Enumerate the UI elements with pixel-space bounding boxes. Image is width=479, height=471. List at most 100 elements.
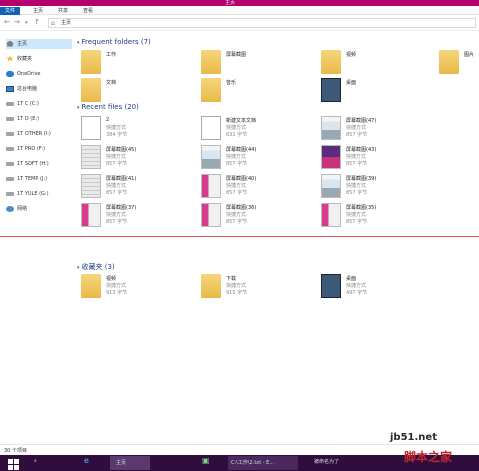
recent-item-type: 快捷方式	[106, 154, 127, 160]
favorites-header[interactable]: ▾ 收藏夹 (3)	[77, 262, 477, 272]
recent-item[interactable]: 屏幕截图(47) 快捷方式 857 字节	[317, 116, 435, 146]
sidebar-item-drive-h[interactable]: 1T SOFT (H:)	[6, 159, 72, 169]
sidebar-item-onedrive[interactable]: OneDrive	[6, 69, 72, 79]
sidebar-item-drive-c[interactable]: 1T C (C:)	[6, 99, 72, 109]
frequent-item-name: 桌面	[346, 80, 357, 86]
forward-arrow-icon[interactable]: →	[14, 18, 20, 26]
annotation-line	[0, 236, 479, 237]
recent-item-name: 屏幕截图(41)	[106, 176, 137, 182]
frequent-item[interactable]: 工作	[77, 50, 195, 80]
recent-item-type: 快捷方式	[106, 183, 127, 189]
favorites-item-name: 桌面	[346, 276, 357, 282]
sidebar-item-this-pc[interactable]: 这台电脑	[6, 84, 72, 94]
frequent-item[interactable]: 视频	[317, 50, 435, 80]
recent-item-type: 快捷方式	[346, 183, 367, 189]
recent-item-size: 857 字节	[106, 219, 128, 225]
recent-item[interactable]: 2 快捷方式 384 字节	[77, 116, 195, 146]
favorites-item[interactable]: 视频 快捷方式 913 字节	[77, 274, 195, 304]
frequent-item[interactable]: 屏幕截图	[197, 50, 315, 80]
tab-home[interactable]: 主页	[30, 7, 46, 15]
back-arrow-icon[interactable]: ←	[4, 18, 10, 26]
screenshot-thumbnail	[321, 203, 341, 227]
frequent-folders-header[interactable]: ▾ Frequent folders (7)	[77, 38, 477, 46]
recent-item[interactable]: 屏幕截图(39) 快捷方式 857 字节	[317, 174, 435, 204]
address-path: 主页	[61, 20, 72, 26]
recent-item[interactable]: 屏幕截图(36) 快捷方式 857 字节	[197, 203, 315, 233]
recent-item-name: 屏幕截图(45)	[106, 147, 137, 153]
recent-item-name: 屏幕截图(40)	[226, 176, 257, 182]
address-input[interactable]: ⌂ 主页	[48, 18, 476, 28]
sidebar-item-home[interactable]: 主页	[6, 39, 72, 49]
drive-icon	[6, 161, 14, 166]
sidebar-item-drive-e[interactable]: 1T D (E:)	[6, 114, 72, 124]
desktop-icon	[321, 274, 341, 298]
search-icon[interactable]: ⌕	[34, 458, 37, 464]
sidebar-item-drive-j[interactable]: 1T TEMP (J:)	[6, 174, 72, 184]
sidebar-item-network[interactable]: 网络	[6, 204, 72, 214]
taskbar-item-explorer[interactable]: 主页	[110, 456, 150, 470]
recent-item[interactable]: 屏幕截图(43) 快捷方式 857 字节	[317, 145, 435, 175]
recent-item[interactable]: 新建文本文档 快捷方式 631 字节	[197, 116, 315, 146]
tab-file[interactable]: 文件	[0, 7, 21, 15]
frequent-item[interactable]: 图片	[435, 50, 479, 80]
tab-share[interactable]: 共享	[55, 7, 71, 15]
navigation-pane: 主页 收藏夹 OneDrive 这台电脑 1T C (C:) 1T D (E:)…	[0, 32, 74, 434]
browser-icon[interactable]: e	[84, 456, 89, 465]
recent-item[interactable]: 屏幕截图(45) 快捷方式 857 字节	[77, 145, 195, 175]
screenshot-thumbnail	[81, 145, 101, 169]
recent-locations-chevron-icon[interactable]: ▾	[25, 20, 28, 26]
screenshot-thumbnail	[321, 145, 341, 169]
start-button[interactable]	[2, 456, 22, 470]
home-icon	[6, 40, 14, 47]
recent-files-header[interactable]: ▾ Recent files (20)	[77, 103, 477, 111]
screenshot-thumbnail	[201, 174, 221, 198]
recent-item-type: 快捷方式	[106, 212, 127, 218]
recent-item[interactable]: 屏幕截图(35) 快捷方式 857 字节	[317, 203, 435, 233]
recent-item[interactable]: 屏幕截图(37) 快捷方式 857 字节	[77, 203, 195, 233]
sidebar-item-favorites[interactable]: 收藏夹	[6, 54, 72, 64]
favorites-item-name: 视频	[106, 276, 117, 282]
desktop-icon	[321, 78, 341, 102]
sidebar-item-drive-f[interactable]: 1T PRO (F:)	[6, 144, 72, 154]
folder-icon	[81, 78, 101, 102]
drive-icon	[6, 101, 14, 106]
taskbar-item-editor[interactable]: C:\工作\2.txt - E...	[228, 456, 298, 470]
computer-icon	[6, 85, 14, 92]
frequent-item-name: 音乐	[226, 80, 237, 86]
recent-item-size: 857 字节	[346, 190, 368, 196]
recent-item-size: 857 字节	[106, 161, 128, 167]
recent-item-name: 新建文本文档	[226, 118, 257, 124]
up-arrow-icon[interactable]: ↑	[34, 18, 40, 26]
recent-item-name: 屏幕截图(39)	[346, 176, 377, 182]
recent-item[interactable]: 屏幕截图(44) 快捷方式 857 字节	[197, 145, 315, 175]
frequent-item-name: 视频	[346, 52, 357, 58]
frequent-item-name: 屏幕截图	[226, 52, 247, 58]
recent-item-type: 快捷方式	[346, 154, 367, 160]
store-icon[interactable]: ▣	[202, 456, 210, 465]
watermark-url: jb51.net	[390, 432, 437, 443]
screenshot-thumbnail	[201, 203, 221, 227]
tab-view[interactable]: 查看	[80, 7, 96, 15]
folder-icon	[201, 274, 221, 298]
chevron-down-icon: ▾	[77, 40, 80, 46]
sidebar-item-drive-g[interactable]: 1T YULE (G:)	[6, 189, 72, 199]
watermark-logo: 脚本之家	[404, 450, 453, 464]
recent-item-type: 快捷方式	[226, 183, 247, 189]
favorites-item[interactable]: 桌面 快捷方式 497 字节	[317, 274, 435, 304]
ribbon-tabs: 文件 主页 共享 查看	[0, 6, 479, 15]
folder-icon	[201, 50, 221, 74]
frequent-item-name: 图片	[464, 52, 475, 58]
recent-item-type: 快捷方式	[226, 154, 247, 160]
recent-item-size: 857 字节	[226, 190, 248, 196]
recent-item-size: 857 字节	[106, 190, 128, 196]
sidebar-item-drive-i[interactable]: 1T OTHER (I:)	[6, 129, 72, 139]
favorites-item-size: 913 字节	[106, 290, 128, 296]
folder-icon	[201, 78, 221, 102]
recent-item[interactable]: 屏幕截图(41) 快捷方式 857 字节	[77, 174, 195, 204]
star-icon	[6, 55, 14, 62]
recent-item[interactable]: 屏幕截图(40) 快捷方式 857 字节	[197, 174, 315, 204]
favorites-item-size: 497 字节	[346, 290, 368, 296]
document-icon	[81, 116, 101, 140]
favorites-item[interactable]: 下载 快捷方式 910 字节	[197, 274, 315, 304]
screenshot-thumbnail	[81, 203, 101, 227]
